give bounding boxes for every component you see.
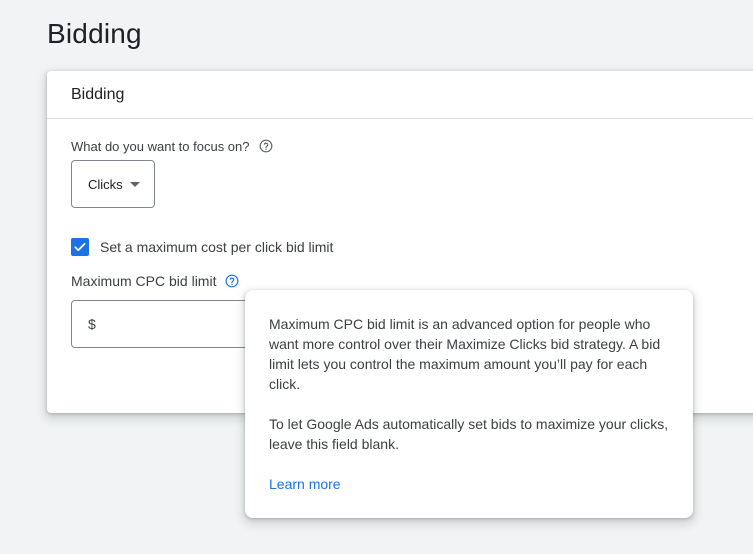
tooltip-paragraph-1: Maximum CPC bid limit is an advanced opt… [269, 316, 661, 392]
focus-label: What do you want to focus on? [71, 138, 250, 154]
caret-down-icon [129, 181, 140, 187]
max-cpc-label: Maximum CPC bid limit [71, 273, 217, 289]
focus-select-value: Clicks [88, 176, 123, 192]
checkmark-icon [74, 242, 86, 252]
help-icon[interactable] [224, 273, 240, 289]
tooltip-paragraph-2: To let Google Ads automatically set bids… [269, 416, 669, 452]
learn-more-link[interactable]: Learn more [269, 474, 341, 494]
max-cpc-label-row: Maximum CPC bid limit [71, 273, 240, 289]
card-header: Bidding [47, 71, 753, 119]
help-circle-icon [259, 139, 272, 153]
card-title: Bidding [71, 85, 125, 103]
page-title: Bidding [47, 18, 142, 49]
currency-symbol: $ [88, 316, 96, 332]
help-circle-icon [226, 274, 239, 288]
help-tooltip: Maximum CPC bid limit is an advanced opt… [245, 290, 693, 518]
max-cpc-checkbox-row: Set a maximum cost per click bid limit [71, 238, 333, 256]
max-cpc-checkbox[interactable] [71, 238, 89, 256]
max-cpc-checkbox-label[interactable]: Set a maximum cost per click bid limit [100, 239, 333, 255]
help-icon[interactable] [258, 138, 274, 154]
focus-label-row: What do you want to focus on? [71, 138, 274, 154]
focus-select[interactable]: Clicks [71, 160, 155, 208]
